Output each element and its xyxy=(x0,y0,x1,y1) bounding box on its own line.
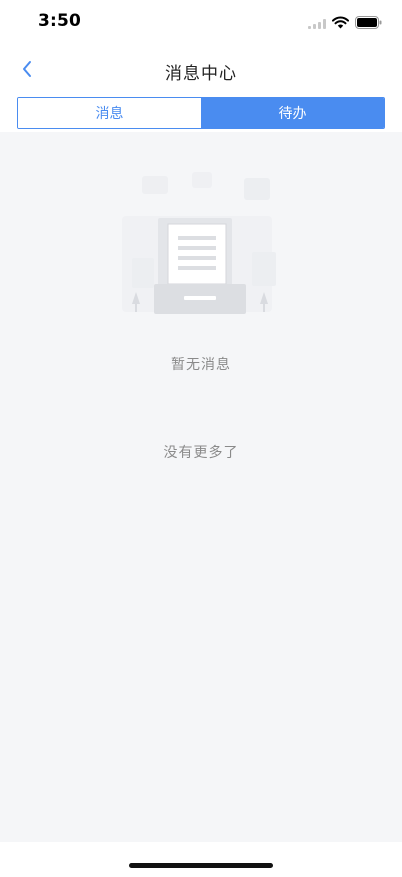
tab-messages[interactable]: 消息 xyxy=(18,98,201,128)
nav-bar: 消息中心 xyxy=(0,46,402,96)
status-bar: 3:50 xyxy=(0,0,402,46)
wifi-icon xyxy=(332,14,349,33)
empty-document-icon xyxy=(112,168,288,328)
tab-todo[interactable]: 待办 xyxy=(201,98,384,128)
status-icons xyxy=(308,14,382,33)
empty-state-text: 暂无消息 xyxy=(171,357,231,373)
home-indicator-area xyxy=(0,842,402,877)
home-indicator[interactable] xyxy=(129,863,273,868)
cellular-signal-icon xyxy=(308,14,326,33)
message-list[interactable]: 暂无消息 没有更多了 xyxy=(0,132,402,842)
page-title: 消息中心 xyxy=(165,64,237,84)
status-time: 3:50 xyxy=(38,11,82,31)
segmented-tabs: 消息 待办 xyxy=(17,97,385,129)
battery-icon xyxy=(355,14,382,33)
tabs-container: 消息 待办 xyxy=(0,96,402,132)
no-more-text: 没有更多了 xyxy=(163,445,239,461)
